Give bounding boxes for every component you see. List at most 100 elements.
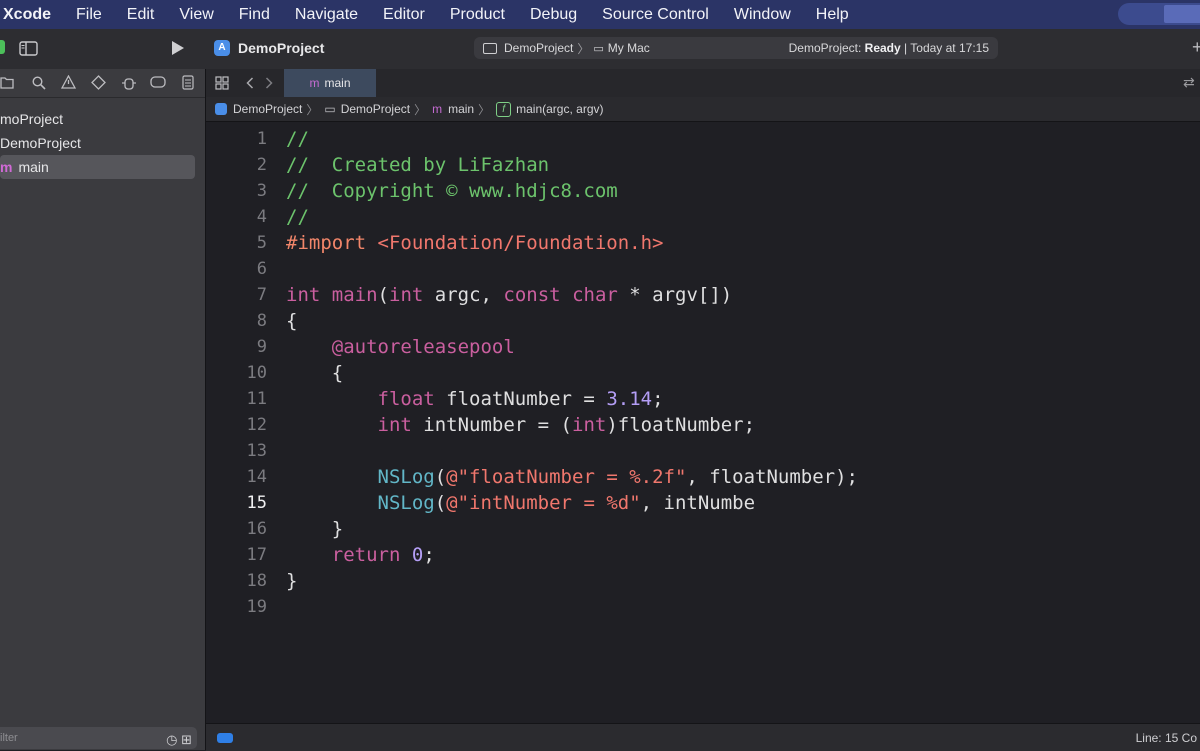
code-line[interactable]: 18} [206, 568, 1200, 594]
window-toolbar: A DemoProject DemoProject 〉 ▭ My Mac Dem… [0, 29, 1200, 70]
scheme-selector[interactable]: DemoProject 〉 ▭ My Mac DemoProject: Read… [474, 37, 998, 59]
nav-item-main[interactable]: m main [0, 155, 195, 179]
activity-status: DemoProject: Ready | Today at 17:15 [789, 41, 989, 55]
project-icon [215, 103, 227, 115]
sidebar-toggle-icon[interactable] [19, 41, 38, 56]
nav-item-project[interactable]: moProject [0, 107, 205, 131]
source-editor[interactable]: 1 // 2 // Created by LiFazhan 3 // Copyright … [206, 123, 1200, 723]
code-line[interactable]: 8{ [206, 308, 1200, 334]
code-line[interactable]: 7 int main(int argc, const char * argv[]) [206, 282, 1200, 308]
menu-window[interactable]: Window [734, 0, 791, 29]
menu-edit[interactable]: Edit [127, 0, 155, 29]
code-token: return [331, 544, 401, 566]
code-line[interactable]: 19 [206, 594, 1200, 620]
add-icon[interactable]: + [1192, 37, 1200, 58]
code-line[interactable]: 9 @autoreleasepool [206, 334, 1200, 360]
line-number: 15 [246, 493, 267, 513]
jumpbar-item-project[interactable]: DemoProject [233, 102, 302, 116]
menu-product[interactable]: Product [450, 0, 505, 29]
line-number: 6 [256, 259, 267, 279]
menu-find[interactable]: Find [239, 0, 270, 29]
navigator-filter-field[interactable]: ilter ◷ ⊞ [0, 727, 197, 749]
code-token: intNumber = ( [411, 414, 572, 436]
menu-view[interactable]: View [179, 0, 213, 29]
code-line[interactable]: 3 // Copyright © www.hdjc8.com [206, 178, 1200, 204]
menu-bar: Xcode File Edit View Find Navigate Edito… [0, 0, 1200, 29]
status-prefix: DemoProject: [788, 41, 865, 55]
code-line[interactable]: 12 int intNumber = (int)floatNumber; [206, 412, 1200, 438]
code-token: // Created by LiFazhan [286, 154, 550, 176]
laptop-icon: ▭ [593, 42, 604, 55]
code-line[interactable]: 2 // Created by LiFazhan [206, 152, 1200, 178]
editor-tab-bar: m main ⇄ [206, 69, 1200, 98]
scm-filter-icon[interactable]: ⊞ [181, 732, 192, 747]
scheme-separator: 〉 [577, 41, 590, 56]
code-text: } [286, 568, 297, 594]
code-line[interactable]: 17 return 0; [206, 542, 1200, 568]
code-token: char [572, 284, 618, 306]
code-token: const [503, 284, 561, 306]
code-line[interactable]: 5 #import <Foundation/Foundation.h> [206, 230, 1200, 256]
objc-file-icon: m [0, 159, 13, 175]
debug-icon[interactable] [121, 75, 137, 90]
code-line[interactable]: 14 NSLog(@"floatNumber = %.2f", floatNum… [206, 464, 1200, 490]
code-token: // [286, 128, 309, 150]
code-token: #import [286, 232, 378, 254]
code-line[interactable]: 16 } [206, 516, 1200, 542]
filter-placeholder: ilter [0, 732, 18, 744]
folder-icon: ▭ [324, 102, 336, 116]
code-line[interactable]: 15 NSLog(@"intNumber = %d", intNumbe [206, 490, 1200, 516]
list-icon[interactable] [182, 75, 194, 90]
editor-status-bar: Line: 15 Co [206, 723, 1200, 751]
line-number: 4 [256, 207, 267, 227]
menu-debug[interactable]: Debug [530, 0, 577, 29]
tab-label: main [324, 76, 351, 90]
line-number: 9 [256, 337, 267, 357]
destination-name[interactable]: My Mac [608, 41, 650, 55]
code-line[interactable]: 6 [206, 256, 1200, 282]
menu-editor[interactable]: Editor [383, 0, 425, 29]
code-text: // [286, 204, 309, 230]
play-icon[interactable] [170, 40, 185, 56]
folder-icon[interactable] [0, 76, 14, 89]
grid-icon[interactable] [215, 76, 229, 90]
code-line[interactable]: 4 // [206, 204, 1200, 230]
jumpbar-item-file[interactable]: main [448, 102, 474, 116]
code-line[interactable]: 11 float floatNumber = 3.14; [206, 386, 1200, 412]
code-text: // Copyright © www.hdjc8.com [286, 178, 618, 204]
chevron-right-icon[interactable] [265, 77, 273, 89]
diamond-icon[interactable] [91, 75, 106, 90]
menu-help[interactable]: Help [816, 0, 849, 29]
tag-icon[interactable] [150, 76, 166, 88]
code-line[interactable]: 10 { [206, 360, 1200, 386]
code-token: main [331, 284, 378, 306]
warning-icon[interactable] [61, 75, 76, 89]
nav-item-group[interactable]: DemoProject [0, 131, 205, 155]
line-number: 5 [256, 233, 267, 253]
code-line[interactable]: 13 [206, 438, 1200, 464]
line-number: 11 [246, 389, 267, 409]
line-number: 16 [246, 519, 267, 539]
menu-navigate[interactable]: Navigate [295, 0, 358, 29]
menubar-status-indicator[interactable] [1118, 3, 1200, 25]
menu-app-xcode[interactable]: Xcode [3, 0, 51, 29]
traffic-light-icon[interactable] [0, 40, 5, 54]
debug-area-toggle-icon[interactable] [217, 733, 233, 743]
tab-main[interactable]: m main [284, 69, 376, 97]
scheme-name[interactable]: DemoProject [504, 41, 573, 55]
recent-files-icon[interactable]: ◷ [166, 732, 177, 747]
search-icon[interactable] [32, 76, 46, 90]
split-editor-icon[interactable]: ⇄ [1183, 74, 1195, 91]
menu-source-control[interactable]: Source Control [602, 0, 709, 29]
code-line[interactable]: 1 // [206, 126, 1200, 152]
line-number: 17 [246, 545, 267, 565]
jumpbar-item-function[interactable]: main(argc, argv) [516, 102, 603, 116]
code-token: )floatNumber; [606, 414, 756, 436]
menu-file[interactable]: File [76, 0, 102, 29]
chevron-left-icon[interactable] [246, 77, 254, 89]
jumpbar-item-group[interactable]: DemoProject [341, 102, 410, 116]
